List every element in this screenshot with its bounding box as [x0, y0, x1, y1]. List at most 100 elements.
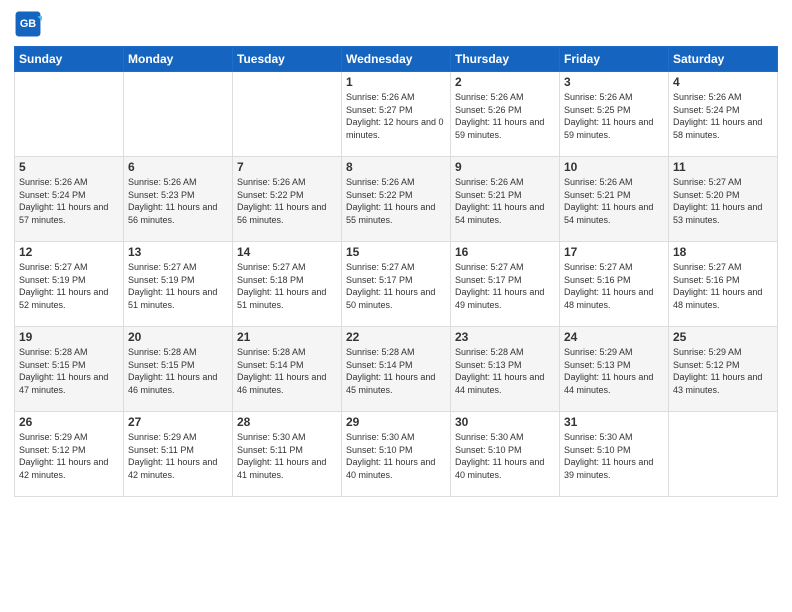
empty-cell	[124, 72, 233, 157]
day-number: 31	[564, 415, 664, 429]
weekday-header-row: SundayMondayTuesdayWednesdayThursdayFrid…	[15, 47, 778, 72]
day-info: Sunrise: 5:27 AMSunset: 5:17 PMDaylight:…	[455, 261, 555, 311]
day-info: Sunrise: 5:26 AMSunset: 5:21 PMDaylight:…	[455, 176, 555, 226]
day-info: Sunrise: 5:27 AMSunset: 5:16 PMDaylight:…	[673, 261, 773, 311]
week-row-1: 1 Sunrise: 5:26 AMSunset: 5:27 PMDaylight…	[15, 72, 778, 157]
day-number: 24	[564, 330, 664, 344]
day-info: Sunrise: 5:29 AMSunset: 5:13 PMDaylight:…	[564, 346, 664, 396]
day-info: Sunrise: 5:26 AMSunset: 5:22 PMDaylight:…	[346, 176, 446, 226]
day-number: 4	[673, 75, 773, 89]
day-number: 12	[19, 245, 119, 259]
day-number: 13	[128, 245, 228, 259]
day-info: Sunrise: 5:28 AMSunset: 5:13 PMDaylight:…	[455, 346, 555, 396]
day-info: Sunrise: 5:28 AMSunset: 5:14 PMDaylight:…	[346, 346, 446, 396]
day-number: 5	[19, 160, 119, 174]
day-info: Sunrise: 5:27 AMSunset: 5:19 PMDaylight:…	[19, 261, 119, 311]
week-row-5: 26 Sunrise: 5:29 AMSunset: 5:12 PMDayligh…	[15, 412, 778, 497]
day-info: Sunrise: 5:27 AMSunset: 5:16 PMDaylight:…	[564, 261, 664, 311]
day-cell-24: 24 Sunrise: 5:29 AMSunset: 5:13 PMDayligh…	[560, 327, 669, 412]
day-number: 29	[346, 415, 446, 429]
day-info: Sunrise: 5:26 AMSunset: 5:21 PMDaylight:…	[564, 176, 664, 226]
weekday-header-saturday: Saturday	[669, 47, 778, 72]
day-cell-19: 19 Sunrise: 5:28 AMSunset: 5:15 PMDayligh…	[15, 327, 124, 412]
day-cell-27: 27 Sunrise: 5:29 AMSunset: 5:11 PMDayligh…	[124, 412, 233, 497]
day-info: Sunrise: 5:26 AMSunset: 5:22 PMDaylight:…	[237, 176, 337, 226]
day-info: Sunrise: 5:30 AMSunset: 5:10 PMDaylight:…	[455, 431, 555, 481]
day-number: 26	[19, 415, 119, 429]
day-cell-23: 23 Sunrise: 5:28 AMSunset: 5:13 PMDayligh…	[451, 327, 560, 412]
empty-cell	[669, 412, 778, 497]
day-number: 15	[346, 245, 446, 259]
day-number: 23	[455, 330, 555, 344]
day-info: Sunrise: 5:26 AMSunset: 5:27 PMDaylight:…	[346, 91, 446, 141]
day-cell-30: 30 Sunrise: 5:30 AMSunset: 5:10 PMDayligh…	[451, 412, 560, 497]
day-info: Sunrise: 5:26 AMSunset: 5:24 PMDaylight:…	[19, 176, 119, 226]
day-cell-3: 3Sunrise: 5:26 AMSunset: 5:25 PMDaylight…	[560, 72, 669, 157]
weekday-header-thursday: Thursday	[451, 47, 560, 72]
day-cell-20: 20 Sunrise: 5:28 AMSunset: 5:15 PMDayligh…	[124, 327, 233, 412]
day-cell-12: 12 Sunrise: 5:27 AMSunset: 5:19 PMDayligh…	[15, 242, 124, 327]
day-number: 9	[455, 160, 555, 174]
day-info: Sunrise: 5:26 AMSunset: 5:26 PMDaylight:…	[455, 91, 555, 141]
day-info: Sunrise: 5:28 AMSunset: 5:14 PMDaylight:…	[237, 346, 337, 396]
day-info: Sunrise: 5:29 AMSunset: 5:12 PMDaylight:…	[673, 346, 773, 396]
day-number: 18	[673, 245, 773, 259]
day-number: 11	[673, 160, 773, 174]
day-cell-11: 11 Sunrise: 5:27 AMSunset: 5:20 PMDayligh…	[669, 157, 778, 242]
day-number: 7	[237, 160, 337, 174]
weekday-header-wednesday: Wednesday	[342, 47, 451, 72]
day-info: Sunrise: 5:30 AMSunset: 5:10 PMDaylight:…	[346, 431, 446, 481]
day-info: Sunrise: 5:27 AMSunset: 5:18 PMDaylight:…	[237, 261, 337, 311]
weekday-header-sunday: Sunday	[15, 47, 124, 72]
day-info: Sunrise: 5:28 AMSunset: 5:15 PMDaylight:…	[19, 346, 119, 396]
day-number: 19	[19, 330, 119, 344]
weekday-header-monday: Monday	[124, 47, 233, 72]
day-number: 21	[237, 330, 337, 344]
day-cell-26: 26 Sunrise: 5:29 AMSunset: 5:12 PMDayligh…	[15, 412, 124, 497]
day-info: Sunrise: 5:27 AMSunset: 5:19 PMDaylight:…	[128, 261, 228, 311]
day-number: 1	[346, 75, 446, 89]
empty-cell	[233, 72, 342, 157]
day-info: Sunrise: 5:27 AMSunset: 5:20 PMDaylight:…	[673, 176, 773, 226]
day-cell-10: 10Sunrise: 5:26 AMSunset: 5:21 PMDayligh…	[560, 157, 669, 242]
day-cell-2: 2 Sunrise: 5:26 AMSunset: 5:26 PMDaylight…	[451, 72, 560, 157]
day-info: Sunrise: 5:28 AMSunset: 5:15 PMDaylight:…	[128, 346, 228, 396]
day-number: 14	[237, 245, 337, 259]
day-cell-9: 9 Sunrise: 5:26 AMSunset: 5:21 PMDaylight…	[451, 157, 560, 242]
day-number: 8	[346, 160, 446, 174]
day-cell-22: 22Sunrise: 5:28 AMSunset: 5:14 PMDayligh…	[342, 327, 451, 412]
day-number: 17	[564, 245, 664, 259]
day-info: Sunrise: 5:29 AMSunset: 5:11 PMDaylight:…	[128, 431, 228, 481]
day-number: 6	[128, 160, 228, 174]
day-number: 30	[455, 415, 555, 429]
day-cell-29: 29 Sunrise: 5:30 AMSunset: 5:10 PMDayligh…	[342, 412, 451, 497]
calendar-table: SundayMondayTuesdayWednesdayThursdayFrid…	[14, 46, 778, 497]
svg-text:GB: GB	[20, 18, 36, 30]
day-info: Sunrise: 5:26 AMSunset: 5:23 PMDaylight:…	[128, 176, 228, 226]
day-cell-14: 14 Sunrise: 5:27 AMSunset: 5:18 PMDayligh…	[233, 242, 342, 327]
week-row-2: 5 Sunrise: 5:26 AMSunset: 5:24 PMDaylight…	[15, 157, 778, 242]
weekday-header-tuesday: Tuesday	[233, 47, 342, 72]
day-cell-6: 6 Sunrise: 5:26 AMSunset: 5:23 PMDaylight…	[124, 157, 233, 242]
logo-icon: GB	[14, 10, 42, 38]
header: GB	[14, 10, 778, 38]
day-cell-8: 8 Sunrise: 5:26 AMSunset: 5:22 PMDaylight…	[342, 157, 451, 242]
page-container: GB SundayMondayTuesdayWednesdayThursdayF…	[0, 0, 792, 505]
day-cell-15: 15 Sunrise: 5:27 AMSunset: 5:17 PMDayligh…	[342, 242, 451, 327]
day-info: Sunrise: 5:27 AMSunset: 5:17 PMDaylight:…	[346, 261, 446, 311]
day-number: 16	[455, 245, 555, 259]
empty-cell	[15, 72, 124, 157]
day-number: 20	[128, 330, 228, 344]
day-cell-7: 7 Sunrise: 5:26 AMSunset: 5:22 PMDaylight…	[233, 157, 342, 242]
day-cell-13: 13 Sunrise: 5:27 AMSunset: 5:19 PMDayligh…	[124, 242, 233, 327]
week-row-3: 12 Sunrise: 5:27 AMSunset: 5:19 PMDayligh…	[15, 242, 778, 327]
day-cell-31: 31Sunrise: 5:30 AMSunset: 5:10 PMDayligh…	[560, 412, 669, 497]
day-cell-4: 4Sunrise: 5:26 AMSunset: 5:24 PMDaylight…	[669, 72, 778, 157]
day-number: 28	[237, 415, 337, 429]
day-number: 2	[455, 75, 555, 89]
day-info: Sunrise: 5:29 AMSunset: 5:12 PMDaylight:…	[19, 431, 119, 481]
day-number: 27	[128, 415, 228, 429]
logo: GB	[14, 10, 46, 38]
day-cell-21: 21 Sunrise: 5:28 AMSunset: 5:14 PMDayligh…	[233, 327, 342, 412]
day-cell-5: 5 Sunrise: 5:26 AMSunset: 5:24 PMDaylight…	[15, 157, 124, 242]
